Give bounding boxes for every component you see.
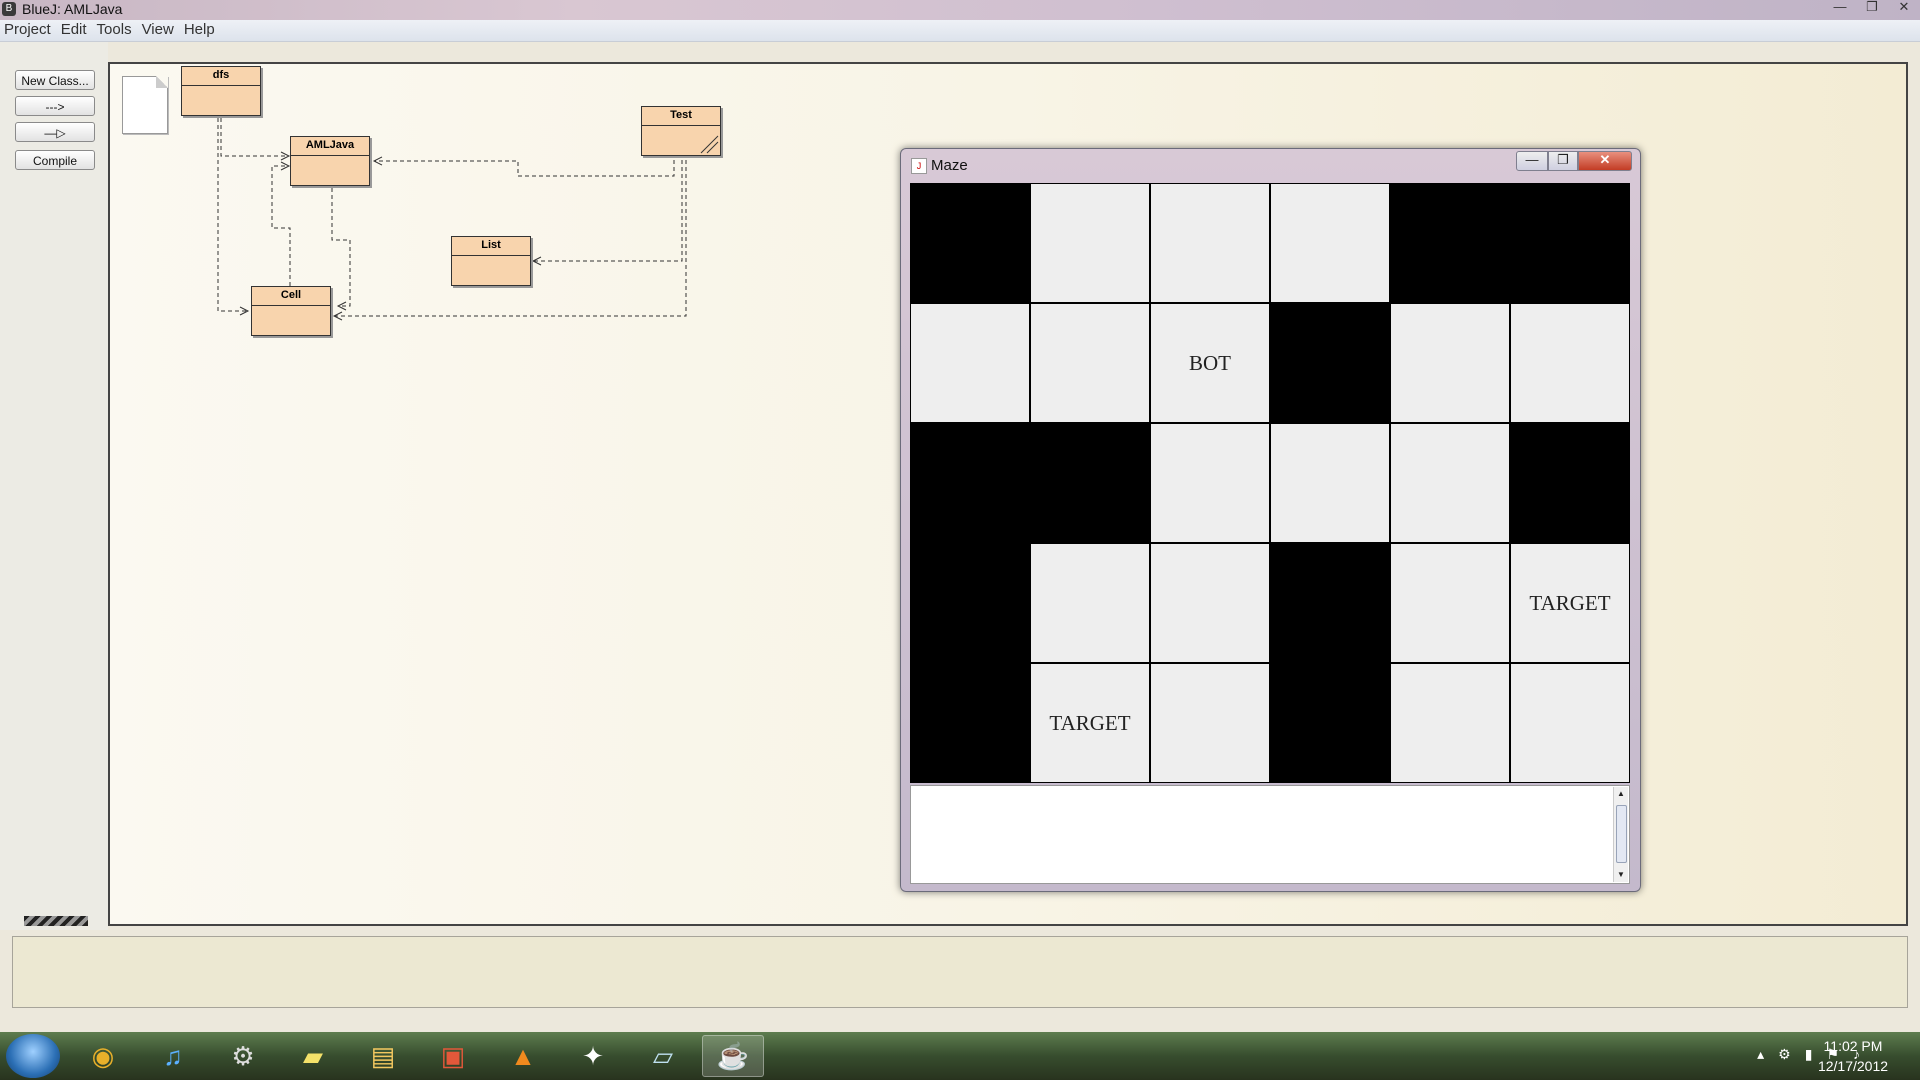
chrome-icon: ◉ bbox=[91, 1040, 115, 1071]
maze-open-cell bbox=[1150, 663, 1270, 783]
class-list[interactable]: List bbox=[451, 236, 531, 286]
maze-wall-cell bbox=[1270, 663, 1390, 783]
sticky-notes-icon: ▰ bbox=[303, 1040, 323, 1071]
class-name: Cell bbox=[252, 287, 330, 306]
steam-tray-icon[interactable]: ⚙ bbox=[1778, 1046, 1791, 1063]
maze-open-cell bbox=[1030, 543, 1150, 663]
maze-open-cell bbox=[1030, 183, 1150, 303]
class-cell[interactable]: Cell bbox=[251, 286, 331, 336]
maze-open-cell bbox=[1390, 663, 1510, 783]
taskbar-chrome-button[interactable]: ◉ bbox=[72, 1035, 134, 1077]
maze-minimize-button[interactable]: — bbox=[1516, 151, 1548, 171]
taskbar: ◉ ♫ ⚙ ▰ ▤ ▣ ▲ ✦ ▱ ☕ ▴ ⚙ ▮ ⚑ ♪ 11:02 PM 12/17/2012 bbox=[0, 1032, 1920, 1080]
maze-open-cell bbox=[1150, 183, 1270, 303]
class-dfs[interactable]: dfs bbox=[181, 66, 261, 116]
vertical-scrollbar[interactable]: ▲ ▼ bbox=[1613, 787, 1628, 882]
show-hidden-icons-icon[interactable]: ▴ bbox=[1757, 1046, 1764, 1063]
class-name: dfs bbox=[182, 67, 260, 86]
unittest-corner-icon bbox=[700, 135, 719, 154]
itunes-icon: ♫ bbox=[163, 1040, 183, 1071]
maze-wall-cell bbox=[1270, 303, 1390, 423]
class-test[interactable]: Test bbox=[641, 106, 721, 156]
maze-cell-bot: BOT bbox=[1150, 303, 1270, 423]
taskbar-file-explorer-button[interactable]: ▤ bbox=[352, 1035, 414, 1077]
scroll-thumb[interactable] bbox=[1616, 805, 1627, 863]
taskbar-itunes-button[interactable]: ♫ bbox=[142, 1035, 204, 1077]
maze-open-cell bbox=[910, 303, 1030, 423]
scroll-up-icon[interactable]: ▲ bbox=[1614, 787, 1628, 801]
maze-cell-target: TARGET bbox=[1030, 663, 1150, 783]
java-icon: ☕ bbox=[716, 1040, 750, 1071]
maze-wall-cell bbox=[910, 663, 1030, 783]
taskbar-powerpoint-button[interactable]: ▣ bbox=[422, 1035, 484, 1077]
taskbar-notepad-button[interactable]: ▱ bbox=[632, 1035, 694, 1077]
clock-time: 11:02 PM bbox=[1823, 1038, 1883, 1054]
taskbar-steam-button[interactable]: ⚙ bbox=[212, 1035, 274, 1077]
maze-open-cell bbox=[1270, 183, 1390, 303]
maze-window: J Maze — ❐ ✕ BOT TARGET TARGET ▲ ▼ bbox=[900, 148, 1641, 892]
maze-maximize-button[interactable]: ❐ bbox=[1548, 151, 1578, 171]
maze-wall-cell bbox=[910, 423, 1030, 543]
taskbar-java-button[interactable]: ☕ bbox=[702, 1035, 764, 1077]
file-explorer-icon: ▤ bbox=[370, 1040, 396, 1071]
notepad-icon: ▱ bbox=[653, 1040, 673, 1071]
maze-wall-cell bbox=[1510, 183, 1630, 303]
class-name: Test bbox=[642, 107, 720, 126]
maze-close-button[interactable]: ✕ bbox=[1578, 151, 1632, 171]
maze-title: Maze bbox=[931, 157, 968, 174]
bluej-icon: ✦ bbox=[582, 1040, 604, 1071]
maze-wall-cell bbox=[1510, 423, 1630, 543]
maze-open-cell bbox=[1270, 423, 1390, 543]
vlc-icon: ▲ bbox=[510, 1040, 536, 1071]
java-icon: J bbox=[911, 158, 927, 174]
maze-grid: BOT TARGET TARGET bbox=[910, 183, 1630, 783]
maze-wall-cell bbox=[1030, 423, 1150, 543]
maze-wall-cell bbox=[910, 543, 1030, 663]
maze-open-cell bbox=[1390, 423, 1510, 543]
maze-open-cell bbox=[1390, 303, 1510, 423]
start-button[interactable] bbox=[6, 1034, 60, 1078]
powerpoint-icon: ▣ bbox=[440, 1040, 466, 1071]
maze-open-cell bbox=[1150, 543, 1270, 663]
maze-open-cell bbox=[1510, 663, 1630, 783]
maze-wall-cell bbox=[1390, 183, 1510, 303]
status-message-area bbox=[12, 936, 1908, 1008]
clock-date: 12/17/2012 bbox=[1817, 1058, 1889, 1074]
output-textarea[interactable]: ▲ ▼ bbox=[910, 785, 1630, 884]
taskbar-vlc-button[interactable]: ▲ bbox=[492, 1035, 554, 1077]
maze-open-cell bbox=[1510, 303, 1630, 423]
class-amljava[interactable]: AMLJava bbox=[290, 136, 370, 186]
steam-icon: ⚙ bbox=[231, 1040, 255, 1071]
maze-wall-cell bbox=[1270, 543, 1390, 663]
maze-open-cell bbox=[1030, 303, 1150, 423]
class-name: AMLJava bbox=[291, 137, 369, 156]
taskbar-clock[interactable]: 11:02 PM 12/17/2012 bbox=[1808, 1036, 1898, 1076]
maze-open-cell bbox=[1390, 543, 1510, 663]
scroll-down-icon[interactable]: ▼ bbox=[1614, 868, 1628, 882]
class-name: List bbox=[452, 237, 530, 256]
maze-cell-target: TARGET bbox=[1510, 543, 1630, 663]
taskbar-sticky-notes-button[interactable]: ▰ bbox=[282, 1035, 344, 1077]
maze-open-cell bbox=[1150, 423, 1270, 543]
maze-wall-cell bbox=[910, 183, 1030, 303]
taskbar-bluej-button[interactable]: ✦ bbox=[562, 1035, 624, 1077]
